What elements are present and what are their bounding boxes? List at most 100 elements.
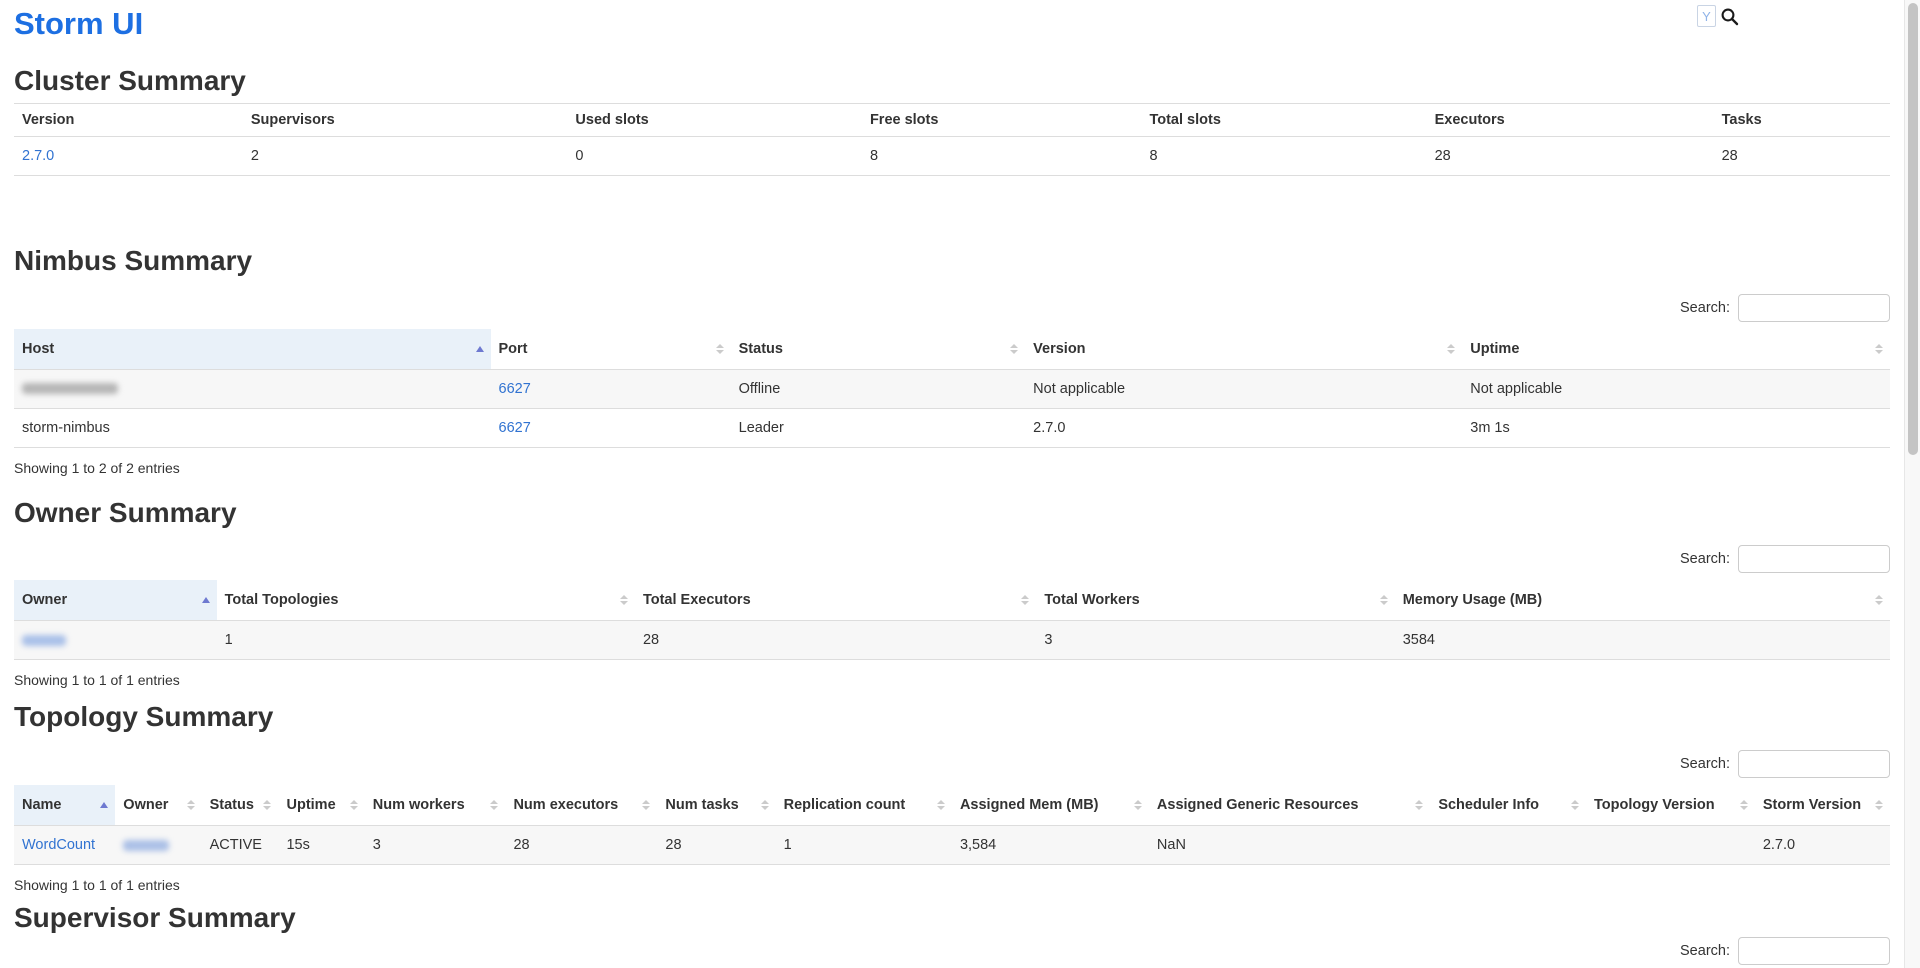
sort-icon bbox=[1740, 800, 1748, 810]
quick-filter-input[interactable] bbox=[1697, 5, 1716, 27]
column-header-status[interactable]: Status bbox=[731, 329, 1026, 370]
owner-search-input[interactable] bbox=[1738, 545, 1890, 573]
column-header-status[interactable]: Status bbox=[202, 785, 279, 826]
sort-icon bbox=[187, 800, 195, 810]
search-label: Search: bbox=[1680, 943, 1730, 959]
table-cell: 2.7.0 bbox=[1025, 408, 1462, 447]
owner-summary-table: Owner Total Topologies Total Executors Tota… bbox=[14, 580, 1890, 660]
column-header-uptime[interactable]: Uptime bbox=[278, 785, 364, 826]
column-label: Num executors bbox=[513, 797, 618, 813]
column-header-total-workers[interactable]: Total Workers bbox=[1036, 580, 1394, 621]
column-header-version: Version bbox=[14, 103, 243, 136]
table-cell: Not applicable bbox=[1462, 369, 1890, 408]
entries-info: Showing 1 to 1 of 1 entries bbox=[14, 877, 1890, 893]
sort-icon bbox=[1010, 344, 1018, 354]
column-label: Total Workers bbox=[1044, 592, 1139, 608]
column-label: Version bbox=[22, 112, 74, 128]
column-label: Total Topologies bbox=[225, 592, 339, 608]
column-label: Assigned Generic Resources bbox=[1157, 797, 1358, 813]
column-label: Owner bbox=[22, 592, 67, 608]
table-header-row: VersionSupervisorsUsed slotsFree slotsTo… bbox=[14, 103, 1890, 136]
column-header-num-executors[interactable]: Num executors bbox=[505, 785, 657, 826]
owner-search-row: Search: bbox=[14, 544, 1890, 574]
column-header-replication-count[interactable]: Replication count bbox=[776, 785, 952, 826]
table-header-row: NameOwnerStatusUptime Num workers Num exec… bbox=[14, 785, 1890, 826]
column-header-port[interactable]: Port bbox=[491, 329, 731, 370]
scrollbar-thumb[interactable] bbox=[1908, 3, 1918, 455]
table-row: 12833584 bbox=[14, 621, 1890, 660]
storm-ui-page: Storm UI Cluster Summary VersionSupervis… bbox=[0, 0, 1904, 968]
cluster-summary-table: VersionSupervisorsUsed slotsFree slotsTo… bbox=[14, 103, 1890, 176]
column-header-total-executors[interactable]: Total Executors bbox=[635, 580, 1036, 621]
topology-search-input[interactable] bbox=[1738, 750, 1890, 778]
table-cell: Not applicable bbox=[1025, 369, 1462, 408]
column-label: Port bbox=[499, 341, 528, 357]
sort-icon bbox=[350, 800, 358, 810]
nimbus-search-input[interactable] bbox=[1738, 294, 1890, 322]
column-header-host[interactable]: Host bbox=[14, 329, 491, 370]
cell-link-6627[interactable]: 6627 bbox=[499, 420, 531, 436]
column-label: Num tasks bbox=[665, 797, 738, 813]
table-cell: 3,584 bbox=[952, 826, 1149, 865]
sort-icon bbox=[642, 800, 650, 810]
table-header-row: Owner Total Topologies Total Executors Tota… bbox=[14, 580, 1890, 621]
sort-icon bbox=[1134, 800, 1142, 810]
table-cell: 8 bbox=[862, 136, 1142, 175]
column-label: Status bbox=[739, 341, 783, 357]
table-cell: 1 bbox=[776, 826, 952, 865]
table-row: WordCountACTIVE15s3282813,584NaN2.7.0 bbox=[14, 826, 1890, 865]
redacted-cell bbox=[115, 826, 201, 865]
column-label: Version bbox=[1033, 341, 1085, 357]
table-cell: 3584 bbox=[1395, 621, 1890, 660]
column-header-assigned-generic-resources[interactable]: Assigned Generic Resources bbox=[1149, 785, 1430, 826]
column-label: Assigned Mem (MB) bbox=[960, 797, 1099, 813]
column-header-scheduler-info[interactable]: Scheduler Info bbox=[1430, 785, 1586, 826]
table-cell: 28 bbox=[505, 826, 657, 865]
sort-icon bbox=[937, 800, 945, 810]
sort-icon bbox=[1571, 800, 1579, 810]
column-header-assigned-mem-mb[interactable]: Assigned Mem (MB) bbox=[952, 785, 1149, 826]
search-icon bbox=[1720, 7, 1739, 26]
cell-link-6627[interactable]: 6627 bbox=[499, 381, 531, 397]
table-cell: 28 bbox=[657, 826, 775, 865]
table-row: 6627OfflineNot applicableNot applicable bbox=[14, 369, 1890, 408]
column-header-tasks: Tasks bbox=[1714, 103, 1890, 136]
table-cell: 3 bbox=[365, 826, 506, 865]
column-label: Replication count bbox=[784, 797, 906, 813]
cell-link-wordcount[interactable]: WordCount bbox=[22, 837, 95, 853]
sort-icon bbox=[620, 595, 628, 605]
column-label: Memory Usage (MB) bbox=[1403, 592, 1542, 608]
column-label: Host bbox=[22, 341, 54, 357]
column-header-total-topologies[interactable]: Total Topologies bbox=[217, 580, 635, 621]
column-header-topology-version[interactable]: Topology Version bbox=[1586, 785, 1755, 826]
cell-link-2-7-0[interactable]: 2.7.0 bbox=[22, 148, 54, 164]
table-cell: ACTIVE bbox=[202, 826, 279, 865]
column-header-owner[interactable]: Owner bbox=[14, 580, 217, 621]
column-label: Scheduler Info bbox=[1438, 797, 1539, 813]
column-header-name[interactable]: Name bbox=[14, 785, 115, 826]
column-label: Tasks bbox=[1722, 112, 1762, 128]
column-label: Free slots bbox=[870, 112, 939, 128]
redacted-cell bbox=[14, 369, 491, 408]
topology-summary-table: NameOwnerStatusUptime Num workers Num exec… bbox=[14, 785, 1890, 865]
table-cell: 6627 bbox=[491, 408, 731, 447]
column-header-owner[interactable]: Owner bbox=[115, 785, 201, 826]
app-title-link[interactable]: Storm UI bbox=[14, 6, 143, 42]
column-header-uptime[interactable]: Uptime bbox=[1462, 329, 1890, 370]
column-header-used-slots: Used slots bbox=[567, 103, 862, 136]
page-scrollbar[interactable] bbox=[1904, 0, 1920, 968]
topology-search-row: Search: bbox=[14, 749, 1890, 779]
supervisor-search-input[interactable] bbox=[1738, 937, 1890, 965]
table-cell: 2.7.0 bbox=[1755, 826, 1890, 865]
column-header-memory-usage-mb[interactable]: Memory Usage (MB) bbox=[1395, 580, 1890, 621]
column-header-storm-version[interactable]: Storm Version bbox=[1755, 785, 1890, 826]
search-button[interactable] bbox=[1719, 6, 1739, 26]
column-header-num-workers[interactable]: Num workers bbox=[365, 785, 506, 826]
table-cell bbox=[1586, 826, 1755, 865]
nimbus-summary-table: Host Port Status Version Uptime6627OfflineNo… bbox=[14, 329, 1890, 448]
column-label: Num workers bbox=[373, 797, 465, 813]
column-header-version[interactable]: Version bbox=[1025, 329, 1462, 370]
sort-ascending-icon bbox=[202, 597, 210, 603]
sort-icon bbox=[263, 800, 271, 810]
column-header-num-tasks[interactable]: Num tasks bbox=[657, 785, 775, 826]
